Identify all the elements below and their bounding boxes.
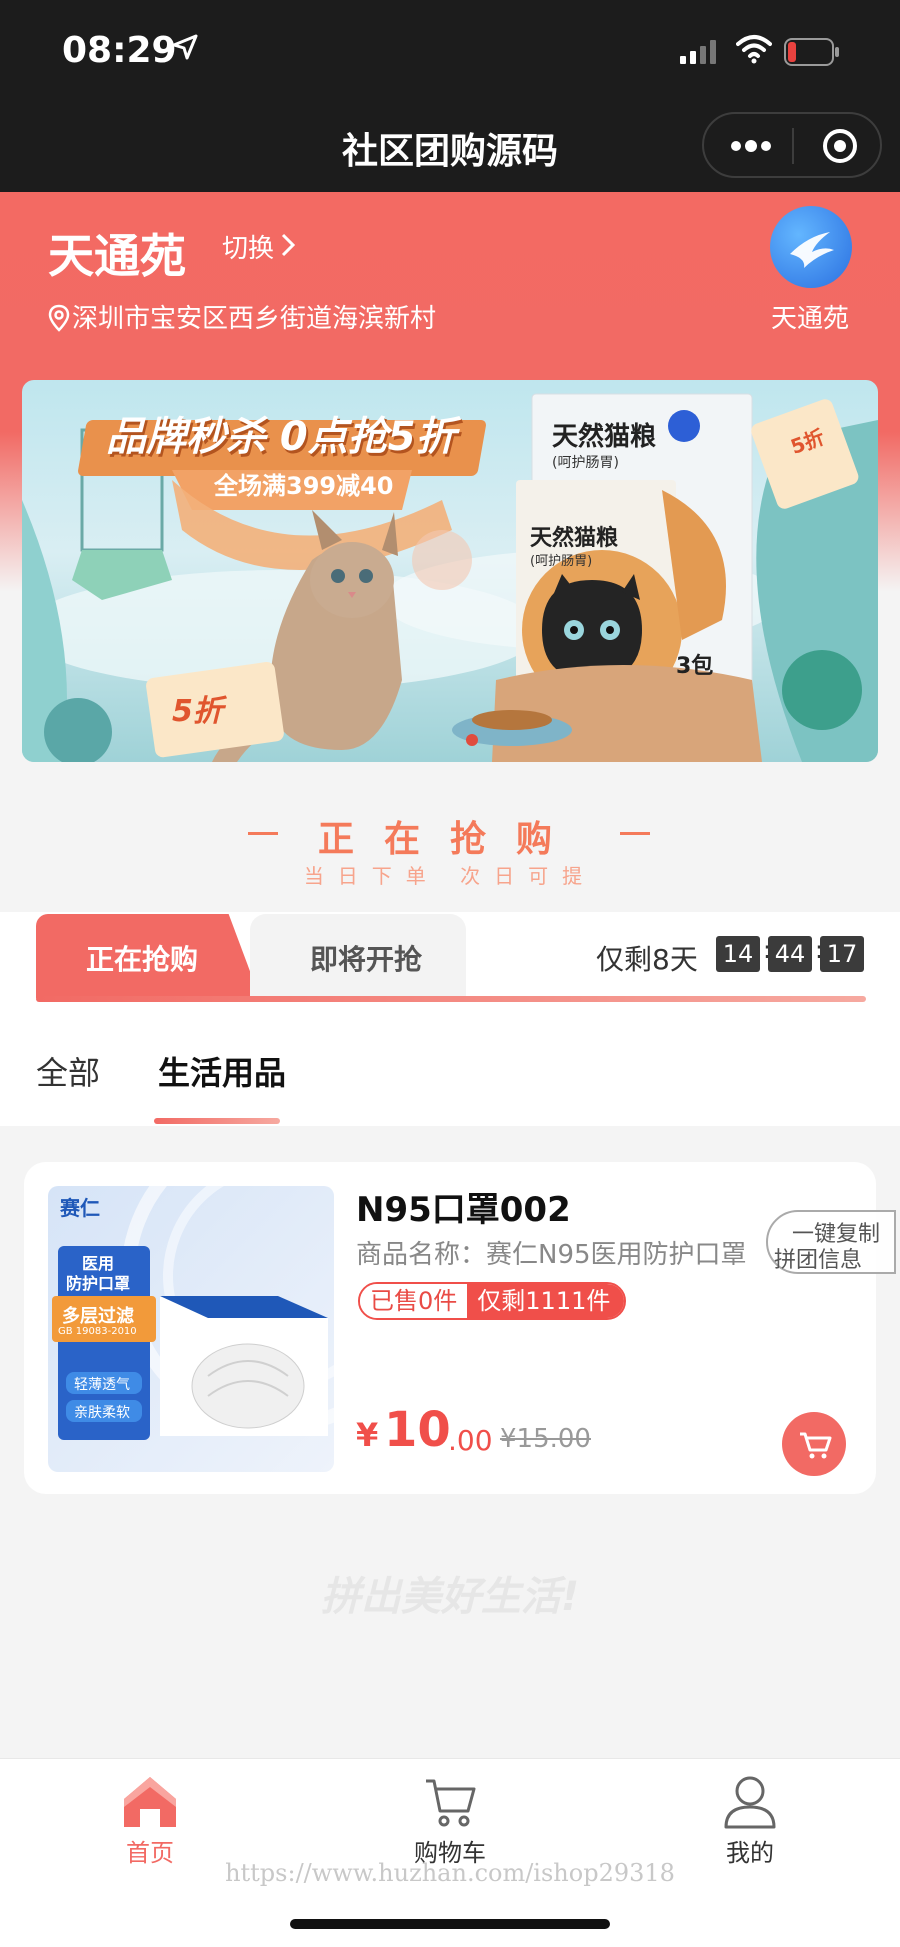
category-daily-goods[interactable]: 生活用品 — [158, 1048, 286, 1094]
signal-icon — [680, 40, 716, 64]
countdown-hours: 14 — [716, 936, 760, 972]
footer-slogan: 拼出美好生活! — [320, 1574, 580, 1620]
copy-button-line-2: 拼团信息 — [774, 1248, 863, 1273]
product-card[interactable]: 赛仁 医用 防护口罩 多层过滤 GB 19083-2010 轻薄透气 亲肤柔软 … — [24, 1162, 876, 1494]
discount-badge: 5折 — [172, 694, 223, 729]
section-slogan: 正在抢购 当日下单 次日可提 — [0, 772, 900, 912]
avatar-label: 天通苑 — [770, 304, 849, 334]
banner-pagination-dot[interactable] — [466, 734, 478, 746]
store-avatar[interactable] — [770, 206, 852, 288]
store-address: 深圳市宝安区西乡街道海滨新村 — [72, 304, 437, 334]
original-price: ¥15.00 — [500, 1424, 591, 1454]
price-integer: 10 — [384, 1402, 451, 1458]
bag-subtitle: (呵护肠胃) — [530, 554, 593, 569]
home-icon — [124, 1777, 176, 1827]
product-label-5: 轻薄透气 — [74, 1377, 130, 1393]
capsule-divider — [792, 128, 794, 164]
countdown-label: 仅剩8天 — [596, 943, 698, 976]
watermark-text: https://www.huzhan.com/ishop29318 — [225, 1859, 675, 1887]
slogan-main: 正在抢购 — [317, 819, 582, 860]
home-indicator[interactable] — [290, 1919, 610, 1929]
pack-count: 3包 — [676, 654, 714, 679]
status-bar: 08:29 — [0, 0, 900, 100]
cart-icon — [426, 1779, 476, 1827]
product-description: 商品名称：赛仁N95医用防护口罩 — [356, 1240, 747, 1270]
tab-on-sale[interactable]: 正在抢购 — [36, 914, 260, 998]
product-image[interactable]: 赛仁 医用 防护口罩 多层过滤 GB 19083-2010 轻薄透气 亲肤柔软 — [48, 1186, 334, 1472]
location-pin-icon — [48, 304, 70, 332]
countdown-minutes: 44 — [768, 936, 812, 972]
mini-program-capsule — [702, 112, 882, 178]
remaining-count: 仅剩1111件 — [467, 1284, 625, 1318]
nav-bar: 社区团购源码 — [0, 100, 900, 192]
copy-group-info-button[interactable]: 一键复制 拼团信息 — [766, 1210, 896, 1274]
banner-subline: 全场满399减40 — [214, 472, 394, 500]
chevron-right-icon[interactable] — [280, 232, 296, 258]
bottom-tab-bar: 首页 购物车 我的 https://www.huzhan.com/ishop29… — [0, 1758, 900, 1947]
price-decimal: .00 — [448, 1424, 493, 1457]
battery-icon — [784, 38, 839, 66]
tab-upcoming-label: 即将开抢 — [310, 943, 423, 976]
swallow-logo-icon — [790, 232, 834, 268]
product-label-6: 亲肤柔软 — [74, 1405, 130, 1421]
switch-store-button[interactable]: 切换 — [222, 228, 274, 265]
slogan-dash-right — [620, 832, 650, 835]
sale-tabs-section: 正在抢购 即将开抢 仅剩8天 14 : 44 : 17 全部 生活用品 — [0, 912, 900, 1126]
tabbar-profile[interactable]: 我的 — [650, 1773, 850, 1868]
store-name: 天通苑 — [48, 229, 186, 283]
price-symbol: ¥ — [356, 1416, 379, 1454]
tabbar-home[interactable]: 首页 — [50, 1773, 250, 1868]
stock-tags: 已售0件 仅剩1111件 — [358, 1282, 627, 1320]
tab-on-sale-label: 正在抢购 — [86, 943, 199, 976]
slogan-sub: 当日下单 次日可提 — [303, 864, 597, 888]
user-icon — [724, 1776, 776, 1829]
tabbar-cart[interactable]: 购物车 — [350, 1773, 550, 1868]
box-title: 天然猫粮 — [552, 422, 657, 452]
location-arrow-icon — [172, 34, 198, 60]
target-icon[interactable] — [822, 128, 858, 164]
tab-underline — [36, 996, 866, 1002]
product-brand: 赛仁 — [60, 1196, 100, 1220]
product-label-2: 防护口罩 — [66, 1274, 131, 1293]
product-title[interactable]: N95口罩002 — [356, 1182, 571, 1231]
category-underline — [154, 1118, 280, 1124]
bag-title: 天然猫粮 — [530, 526, 619, 551]
promo-banner[interactable]: 品牌秒杀 0点抢5折 全场满399减40 天然猫粮 (呵护肠胃) 天然猫粮 (呵… — [22, 380, 878, 762]
box-subtitle: (呵护肠胃) — [552, 455, 619, 471]
countdown-seconds: 17 — [820, 936, 864, 972]
product-label-4: GB 19083-2010 — [58, 1326, 137, 1337]
tab-upcoming[interactable]: 即将开抢 — [250, 914, 466, 998]
more-dots-icon[interactable] — [728, 134, 774, 158]
category-all[interactable]: 全部 — [36, 1048, 100, 1094]
product-label-3: 多层过滤 — [62, 1306, 134, 1327]
wifi-icon — [736, 35, 772, 64]
add-to-cart-button[interactable] — [782, 1412, 846, 1476]
status-time: 08:29 — [62, 30, 177, 71]
sold-count: 已售0件 — [360, 1284, 468, 1318]
cart-icon — [800, 1432, 832, 1459]
banner-headline: 品牌秒杀 0点抢5折 — [106, 414, 456, 460]
